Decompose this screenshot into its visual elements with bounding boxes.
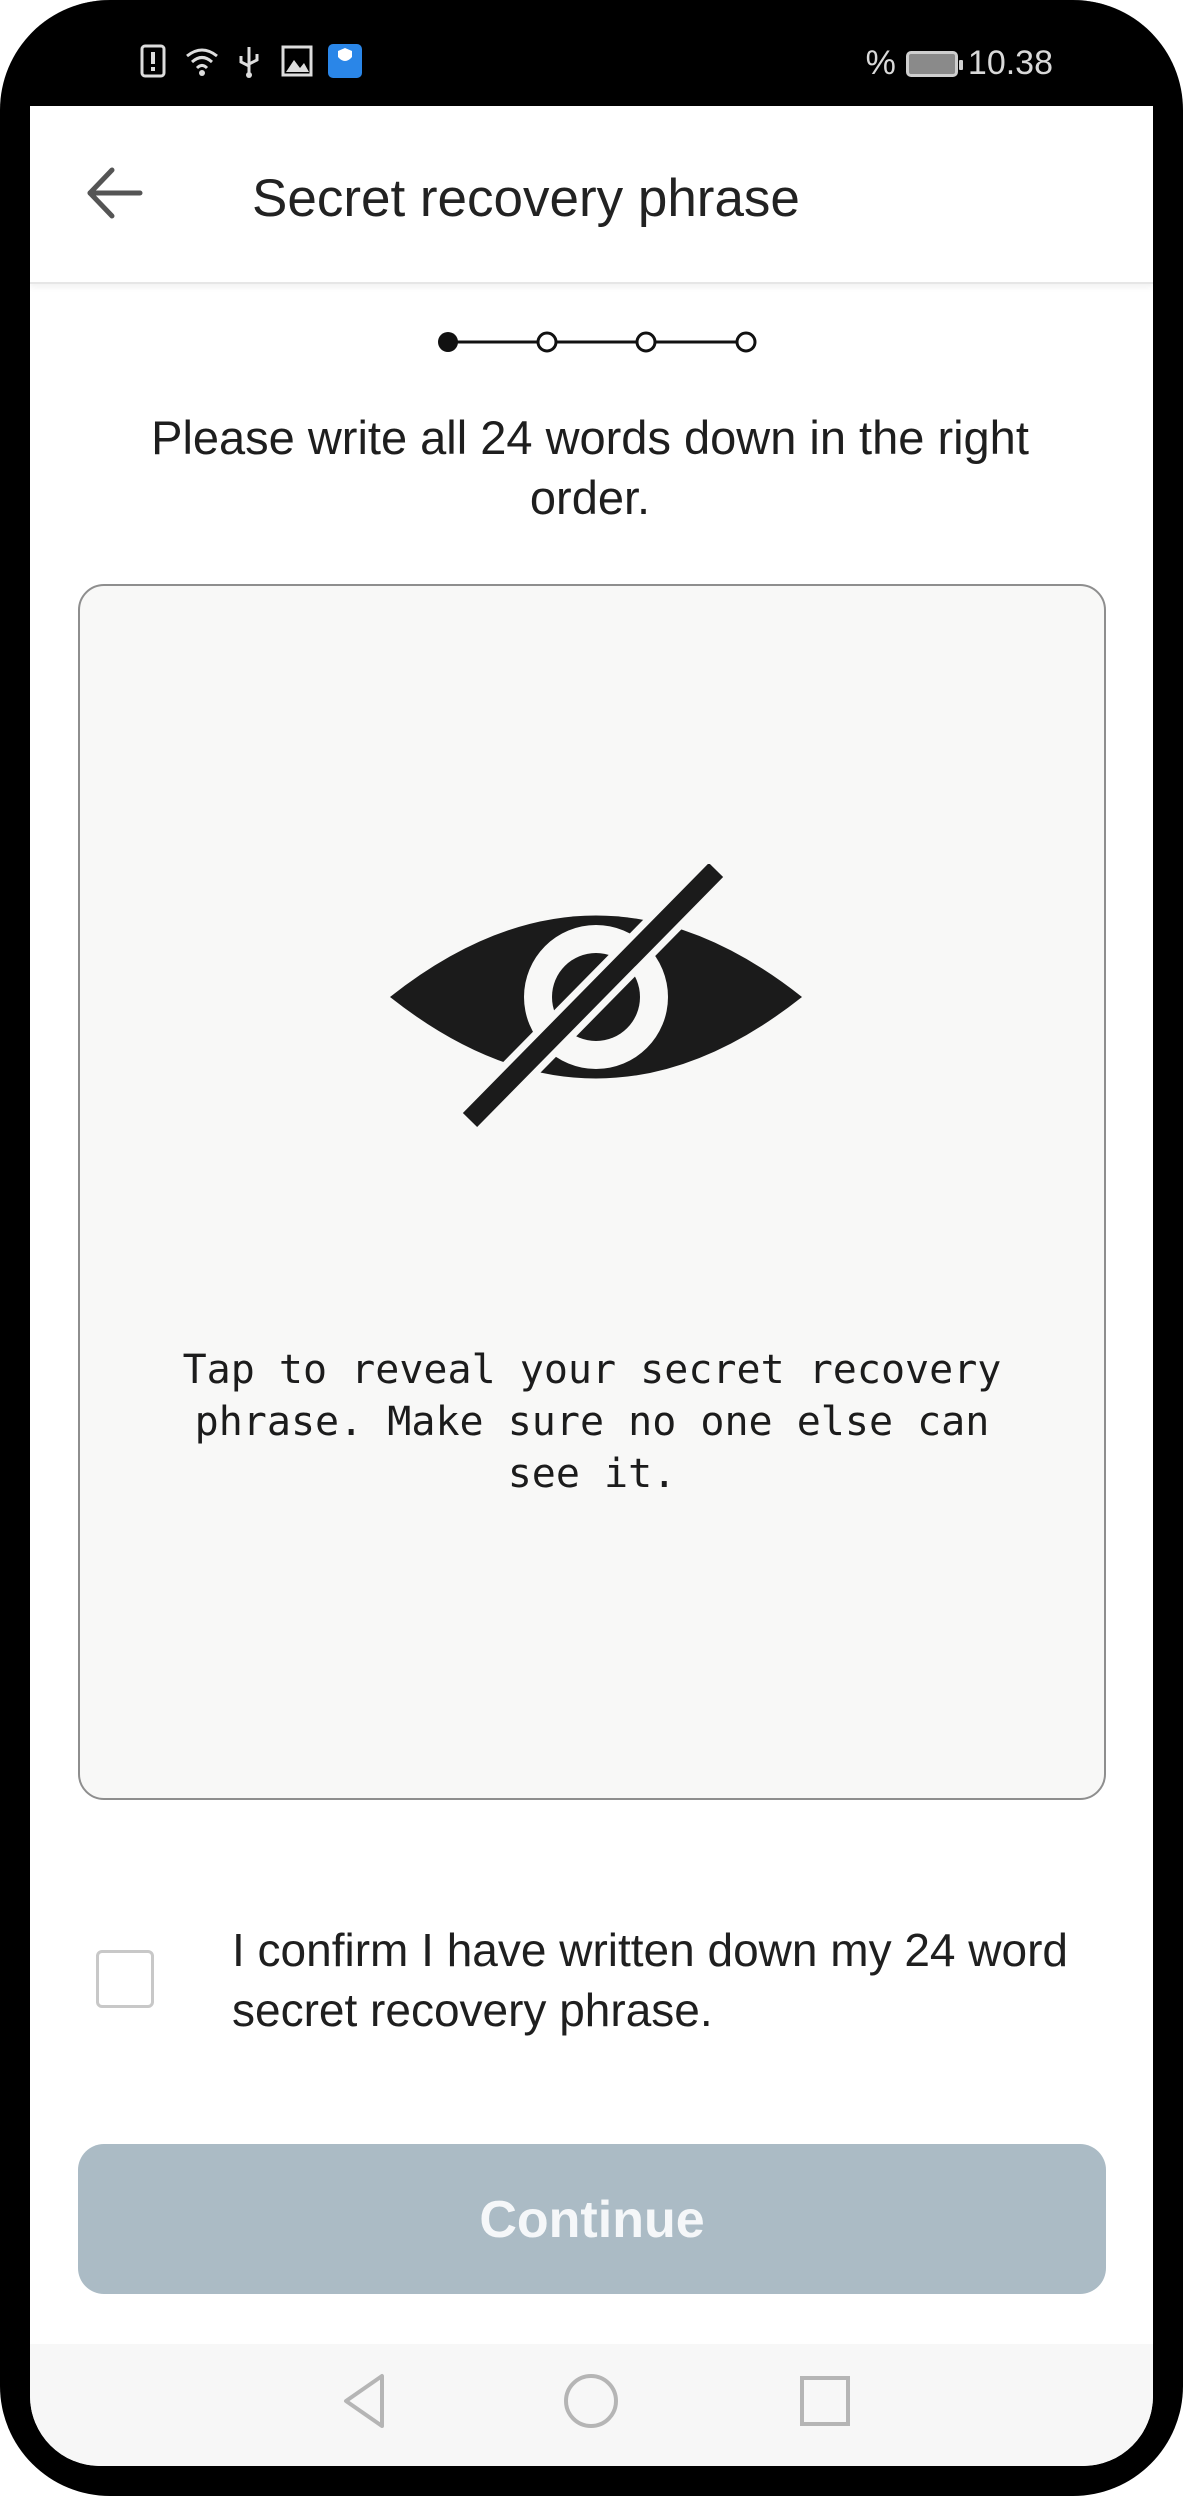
status-bar: % 10.38 bbox=[30, 0, 1153, 106]
eye-slash-icon bbox=[390, 864, 802, 1130]
usb-icon bbox=[232, 44, 266, 78]
page-title: Secret recovery phrase bbox=[252, 169, 800, 228]
confirm-row[interactable]: I confirm I have written down my 24 word… bbox=[96, 1920, 1096, 2050]
phone-frame: % 10.38 Secret recovery phrase Please wr… bbox=[0, 0, 1183, 2496]
progress-stepper bbox=[430, 322, 790, 362]
system-nav-bar bbox=[30, 2344, 1153, 2466]
clock: 10.38 bbox=[967, 44, 1053, 82]
wifi-icon bbox=[184, 44, 218, 78]
arrow-left-icon bbox=[87, 167, 143, 219]
app-notification-icon bbox=[328, 44, 362, 78]
status-right: % 10.38 bbox=[866, 44, 1053, 83]
nav-recents-button[interactable] bbox=[790, 2366, 860, 2436]
battery-icon bbox=[905, 50, 963, 77]
reveal-instruction: Tap to reveal your secret recovery phras… bbox=[182, 1347, 1002, 1497]
app-bar: Secret recovery phrase bbox=[30, 106, 1153, 284]
battery-percent: % bbox=[865, 44, 896, 82]
instruction-text: Please write all 24 words down in the ri… bbox=[151, 411, 1029, 524]
step-dot bbox=[536, 331, 558, 353]
step-dot bbox=[635, 331, 657, 353]
nav-home-button[interactable] bbox=[556, 2366, 626, 2436]
back-triangle-icon bbox=[344, 2374, 384, 2428]
reveal-phrase-card[interactable]: Tap to reveal your secret recovery phras… bbox=[78, 584, 1106, 1800]
nav-back-button[interactable] bbox=[330, 2366, 400, 2436]
home-circle-icon bbox=[564, 2374, 618, 2428]
status-icons-left bbox=[136, 44, 362, 78]
back-button[interactable] bbox=[80, 158, 150, 228]
step-dot-active bbox=[438, 332, 458, 352]
continue-button[interactable]: Continue bbox=[78, 2144, 1106, 2294]
image-icon bbox=[280, 44, 314, 78]
sim-alert-icon bbox=[136, 44, 170, 78]
screen: % 10.38 Secret recovery phrase Please wr… bbox=[30, 0, 1153, 2466]
confirm-label: I confirm I have written down my 24 word… bbox=[232, 1924, 1068, 2036]
recents-square-icon bbox=[800, 2376, 850, 2426]
step-dot bbox=[735, 331, 757, 353]
confirm-checkbox[interactable] bbox=[96, 1950, 154, 2008]
